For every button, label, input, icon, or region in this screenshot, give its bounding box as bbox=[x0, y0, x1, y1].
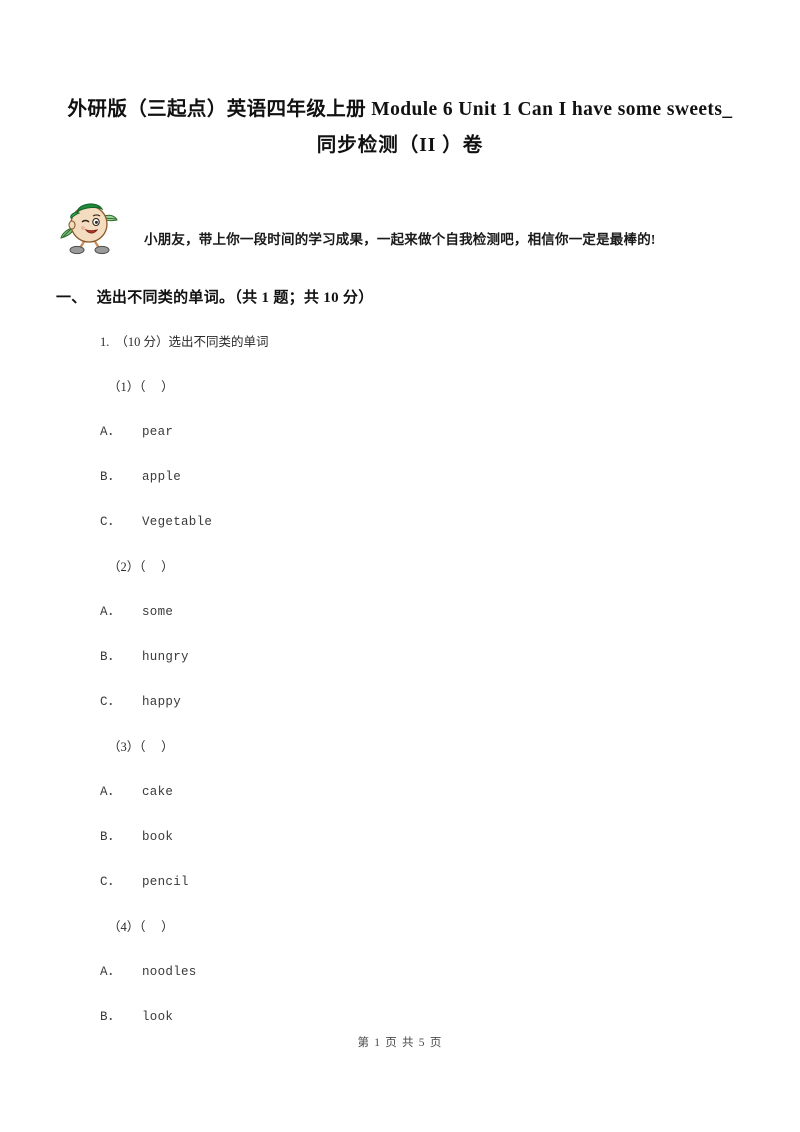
option-text: pencil bbox=[142, 875, 189, 889]
option-row[interactable]: B． book bbox=[100, 827, 800, 872]
option-text: look bbox=[142, 1010, 174, 1024]
question-stem: 1. （10 分）选出不同类的单词 bbox=[100, 332, 800, 377]
option-text: book bbox=[142, 830, 174, 844]
option-text: apple bbox=[142, 470, 182, 484]
option-text: Vegetable bbox=[142, 515, 213, 529]
page-title-line-2: 同步检测（II ）卷 bbox=[316, 135, 484, 156]
option-letter: A． bbox=[100, 785, 121, 799]
question-stem-text: 选出不同类的单词 bbox=[168, 335, 269, 349]
option-text: pear bbox=[142, 425, 174, 439]
sub-question-label: （3）（ ） bbox=[108, 740, 174, 754]
option-row[interactable]: B． hungry bbox=[100, 647, 800, 692]
option-letter: A． bbox=[100, 425, 121, 439]
option-text: happy bbox=[142, 695, 182, 709]
question-list: 1. （10 分）选出不同类的单词 （1）（ ） A． pear B． apple C… bbox=[0, 332, 800, 1052]
sub-question-label: （2）（ ） bbox=[108, 560, 174, 574]
page-title-line-1: 外研版（三起点）英语四年级上册 Module 6 Unit 1 Can I ha… bbox=[67, 99, 733, 120]
option-letter: B． bbox=[100, 830, 121, 844]
option-letter: B． bbox=[100, 1010, 121, 1024]
question-score: （10 分） bbox=[115, 335, 169, 349]
exam-paper-page: 外研版（三起点）英语四年级上册 Module 6 Unit 1 Can I ha… bbox=[0, 0, 800, 1132]
sub-question-label: （1）（ ） bbox=[108, 380, 174, 394]
option-letter: B． bbox=[100, 650, 121, 664]
option-text: noodles bbox=[142, 965, 197, 979]
option-letter: C． bbox=[100, 695, 121, 709]
option-row[interactable]: C． Vegetable bbox=[100, 512, 800, 557]
cartoon-student-mascot-icon bbox=[58, 196, 120, 256]
option-text: some bbox=[142, 605, 174, 619]
option-row[interactable]: C． pencil bbox=[100, 872, 800, 917]
option-letter: C． bbox=[100, 875, 121, 889]
option-letter: C． bbox=[100, 515, 121, 529]
option-letter: B． bbox=[100, 470, 121, 484]
section-title: 选出不同类的单词。 bbox=[96, 290, 235, 306]
option-row[interactable]: A． cake bbox=[100, 782, 800, 827]
option-row[interactable]: A． noodles bbox=[100, 962, 800, 1007]
question-number: 1. bbox=[100, 335, 110, 349]
option-letter: A． bbox=[100, 965, 121, 979]
intro-instruction-text: 小朋友，带上你一段时间的学习成果，一起来做个自我检测吧，相信你一定是最棒的! bbox=[144, 232, 656, 247]
option-text: cake bbox=[142, 785, 174, 799]
option-row[interactable]: A． some bbox=[100, 602, 800, 647]
section-number: 一、 bbox=[56, 290, 87, 306]
page-footer: 第 1 页 共 5 页 bbox=[357, 1037, 443, 1049]
option-row[interactable]: A． pear bbox=[100, 422, 800, 467]
intro-banner: 小朋友，带上你一段时间的学习成果，一起来做个自我检测吧，相信你一定是最棒的! bbox=[58, 196, 758, 258]
option-letter: A． bbox=[100, 605, 121, 619]
section-heading: 一、 选出不同类的单词。（共 1 题；共 10 分） bbox=[56, 286, 374, 307]
page-title: 外研版（三起点）英语四年级上册 Module 6 Unit 1 Can I ha… bbox=[50, 92, 750, 164]
option-row[interactable]: B． apple bbox=[100, 467, 800, 512]
sub-question-label: （4）（ ） bbox=[108, 920, 174, 934]
section-meta: （共 1 题；共 10 分） bbox=[234, 290, 374, 306]
option-row[interactable]: C． happy bbox=[100, 692, 800, 737]
option-text: hungry bbox=[142, 650, 189, 664]
